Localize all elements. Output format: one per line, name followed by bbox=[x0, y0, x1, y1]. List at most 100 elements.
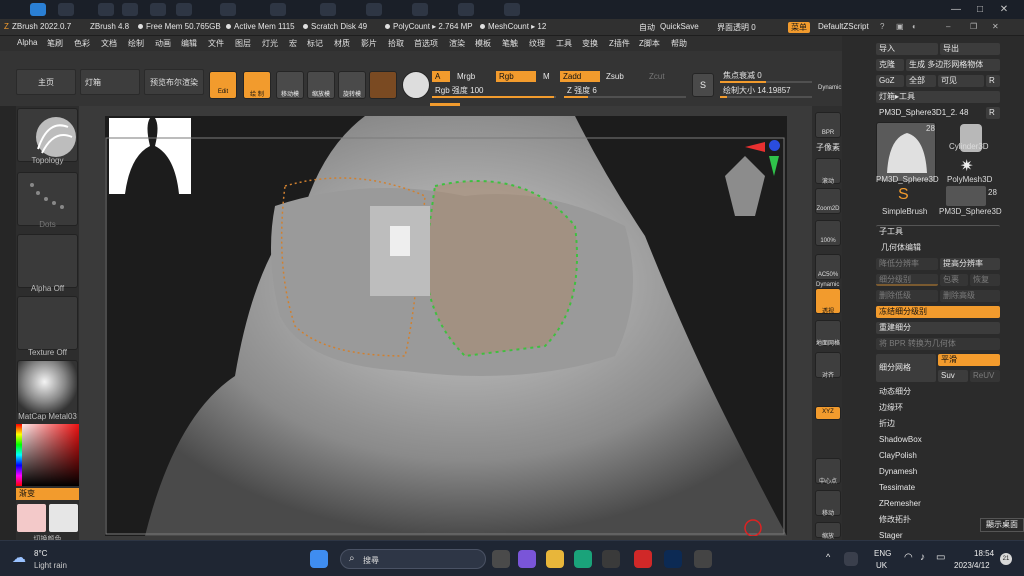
wps-icon[interactable] bbox=[634, 550, 652, 568]
start-icon[interactable] bbox=[310, 550, 328, 568]
move-view-button[interactable]: 移动 bbox=[815, 490, 841, 517]
edge-icon[interactable] bbox=[574, 550, 592, 568]
menu-item[interactable]: 色彩 bbox=[74, 38, 90, 49]
weather-cloud-icon[interactable]: ☁ bbox=[12, 549, 26, 566]
local-symmetry-button[interactable]: 对齐 bbox=[815, 352, 841, 379]
section-claypolish[interactable]: ClayPolish bbox=[876, 450, 1000, 462]
menu-item[interactable]: 变换 bbox=[582, 38, 598, 49]
menu-item[interactable]: 材质 bbox=[334, 38, 350, 49]
menu-item[interactable]: 文件 bbox=[208, 38, 224, 49]
import-button[interactable]: 导入 bbox=[876, 43, 938, 55]
keyboard-layout[interactable]: UK bbox=[876, 561, 887, 570]
menu-item[interactable]: 首选项 bbox=[414, 38, 438, 49]
skin-icon[interactable]: ◐ bbox=[912, 22, 917, 31]
rotate-z-icon[interactable] bbox=[815, 442, 841, 459]
lightbox-button[interactable]: 灯箱 bbox=[80, 69, 140, 95]
menus-toggle[interactable]: 菜单 bbox=[788, 22, 810, 33]
mrgb-toggle[interactable]: Mrgb bbox=[454, 71, 492, 82]
viewport-canvas[interactable] bbox=[105, 116, 787, 536]
make-polymesh-button[interactable]: 生成 多边形网格物体 bbox=[906, 59, 1000, 71]
scroll-button[interactable]: 滚动 bbox=[815, 158, 841, 185]
main-color-swatch[interactable] bbox=[17, 504, 46, 532]
rgb-toggle[interactable]: Rgb bbox=[496, 71, 536, 82]
tray-app-icon[interactable] bbox=[844, 552, 858, 566]
left-tray-strip[interactable] bbox=[0, 106, 16, 540]
photoshop-icon[interactable] bbox=[664, 550, 682, 568]
menu-item[interactable]: 拾取 bbox=[388, 38, 404, 49]
section-shadowbox[interactable]: ShadowBox bbox=[876, 434, 1000, 446]
close-icon[interactable]: ✕ bbox=[996, 3, 1012, 16]
menu-item[interactable]: 绘制 bbox=[128, 38, 144, 49]
gizmo-y-axis-icon[interactable] bbox=[769, 156, 779, 176]
zbrush-taskbar-icon[interactable] bbox=[694, 550, 712, 568]
menu-item[interactable]: 模板 bbox=[475, 38, 491, 49]
current-tool-r-button[interactable]: R bbox=[986, 107, 1000, 119]
scale-view-button[interactable]: 缩放 bbox=[815, 522, 841, 540]
zadd-toggle[interactable]: Zadd bbox=[560, 71, 600, 82]
clone-button[interactable]: 克隆 bbox=[876, 59, 904, 71]
menu-item[interactable]: 帮助 bbox=[671, 38, 687, 49]
menu-item[interactable]: Z脚本 bbox=[639, 38, 660, 49]
section-crease[interactable]: 折边 bbox=[876, 418, 1000, 430]
minimize-icon[interactable]: — bbox=[948, 3, 964, 16]
section-dynamesh[interactable]: Dynamesh bbox=[876, 466, 1000, 478]
restore-button[interactable]: 恢复 bbox=[970, 274, 1000, 286]
tool-thumb-pm3d-sphere-2[interactable] bbox=[946, 186, 986, 206]
default-zscript-button[interactable]: DefaultZScript bbox=[818, 22, 869, 31]
app-tab-icon[interactable] bbox=[58, 3, 74, 16]
menu-item[interactable]: 笔刷 bbox=[47, 38, 63, 49]
move-mode-button[interactable]: 移动模 bbox=[276, 71, 304, 99]
volume-icon[interactable]: ♪ bbox=[920, 552, 925, 563]
export-button[interactable]: 导出 bbox=[940, 43, 1000, 55]
clock-date[interactable]: 2023/4/12 bbox=[954, 561, 990, 570]
wifi-icon[interactable]: ◠ bbox=[904, 552, 913, 563]
color-picker[interactable] bbox=[16, 424, 79, 486]
rotate-y-icon[interactable] bbox=[815, 426, 841, 443]
half-size-button[interactable]: AC50% bbox=[815, 254, 841, 280]
smooth-toggle[interactable]: 平滑 bbox=[938, 354, 1000, 366]
menu-item[interactable]: 影片 bbox=[361, 38, 377, 49]
menu-item[interactable]: 动画 bbox=[155, 38, 171, 49]
app-tab-icon[interactable] bbox=[504, 3, 520, 16]
menu-item[interactable]: 编辑 bbox=[181, 38, 197, 49]
sculptris-s-button[interactable]: S bbox=[692, 73, 714, 97]
reconstruct-subdiv-button[interactable]: 重建细分 bbox=[876, 322, 1000, 334]
menu-item[interactable]: 纹理 bbox=[529, 38, 545, 49]
app-tab-icon[interactable] bbox=[220, 3, 236, 16]
m-toggle[interactable]: M bbox=[540, 71, 554, 82]
app-tab-icon[interactable] bbox=[98, 3, 114, 16]
store-icon[interactable] bbox=[602, 550, 620, 568]
language-indicator[interactable]: ENG bbox=[874, 549, 891, 558]
menu-item[interactable]: 工具 bbox=[556, 38, 572, 49]
rotate-mode-button[interactable]: 旋转模 bbox=[338, 71, 366, 99]
weather-temp[interactable]: 8°C bbox=[34, 549, 47, 558]
dynamic-size-toggle[interactable]: Dynamic bbox=[818, 85, 841, 91]
task-view-icon[interactable] bbox=[492, 550, 510, 568]
menu-item[interactable]: 图层 bbox=[235, 38, 251, 49]
app-tab-icon[interactable] bbox=[30, 3, 46, 16]
suv-toggle[interactable]: Suv bbox=[938, 370, 968, 382]
hue-strip[interactable] bbox=[16, 424, 22, 486]
taskbar-search[interactable]: ⌕ 搜尋 bbox=[340, 549, 486, 569]
tray-overflow-icon[interactable]: ^ bbox=[826, 552, 830, 562]
divide-button[interactable]: 细分网格 bbox=[876, 354, 936, 382]
edit-mode-button[interactable]: Edit bbox=[209, 71, 237, 99]
perspective-button[interactable]: 透视 bbox=[815, 288, 841, 315]
secondary-color-swatch[interactable] bbox=[49, 504, 78, 532]
app-tab-icon[interactable] bbox=[320, 3, 336, 16]
battery-icon[interactable]: ▭ bbox=[936, 552, 945, 563]
draw-mode-button[interactable]: 绘 制 bbox=[243, 71, 271, 99]
app-tab-icon[interactable] bbox=[458, 3, 474, 16]
sdiv-slider[interactable]: 细分级别 bbox=[876, 274, 938, 286]
file-explorer-icon[interactable] bbox=[546, 550, 564, 568]
app-tab-icon[interactable] bbox=[366, 3, 382, 16]
app-tab-icon[interactable] bbox=[412, 3, 428, 16]
a-toggle[interactable]: A bbox=[432, 71, 450, 82]
menu-item[interactable]: 文档 bbox=[101, 38, 117, 49]
bpr-button[interactable]: BPR bbox=[815, 112, 841, 138]
simplebrush-icon[interactable]: S bbox=[898, 186, 909, 204]
app-tab-icon[interactable] bbox=[270, 3, 286, 16]
zb-minimize-icon[interactable]: – bbox=[946, 22, 950, 31]
zsub-toggle[interactable]: Zsub bbox=[603, 71, 643, 82]
help-icon[interactable]: ? bbox=[880, 22, 884, 31]
